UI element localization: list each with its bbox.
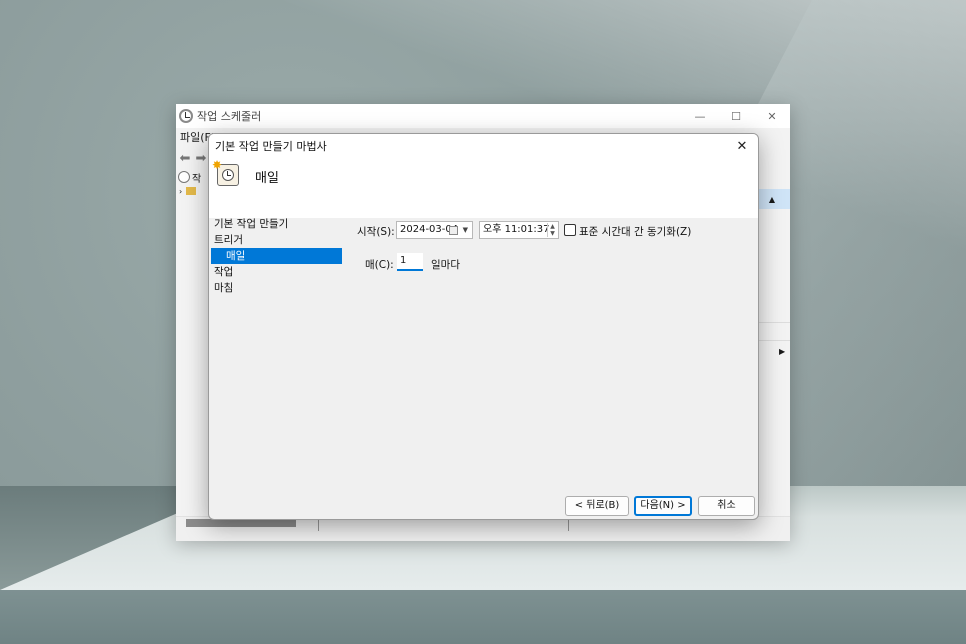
- forward-arrow-icon[interactable]: ➡: [194, 152, 208, 166]
- time-spinner[interactable]: ▲ ▼: [547, 223, 557, 237]
- spin-up-icon[interactable]: ▲: [548, 223, 557, 230]
- calendar-icon[interactable]: [449, 226, 458, 235]
- start-label: 시작(S):: [357, 226, 395, 238]
- folder-icon: [186, 187, 197, 195]
- submenu-arrow-icon[interactable]: ▶: [779, 347, 785, 356]
- minimize-button[interactable]: —: [682, 104, 718, 128]
- start-time-value: 오후 11:01:37: [483, 224, 550, 235]
- window-controls: — ☐ ✕: [682, 104, 790, 128]
- start-time-picker[interactable]: 오후 11:01:37 ▲ ▼: [479, 221, 559, 239]
- collapse-up-icon[interactable]: ▲: [769, 195, 775, 204]
- nav-step-action[interactable]: 작업: [209, 264, 353, 280]
- wizard-close-button[interactable]: ✕: [730, 134, 754, 158]
- tree-item-library[interactable]: ›: [176, 184, 208, 198]
- back-button[interactable]: < 뒤로(B): [565, 496, 629, 516]
- start-date-picker[interactable]: 2024-03-04 ▼: [396, 221, 473, 239]
- back-arrow-icon[interactable]: ⬅: [178, 152, 192, 166]
- main-window-title: 작업 스케줄러: [197, 110, 262, 123]
- horizontal-scrollbar[interactable]: [186, 519, 296, 527]
- recur-label: 매(C):: [365, 259, 394, 271]
- recur-days-input[interactable]: 1: [397, 253, 423, 271]
- clock-icon: [222, 169, 234, 181]
- expand-chevron-icon[interactable]: ›: [179, 187, 182, 196]
- nav-step-trigger[interactable]: 트리거: [209, 232, 353, 248]
- sync-timezone-label[interactable]: 표준 시간대 간 동기화(Z): [579, 224, 691, 239]
- tree-item-root[interactable]: 작: [176, 170, 208, 185]
- nav-step-finish[interactable]: 마침: [209, 280, 353, 296]
- actions-header[interactable]: ▲: [754, 189, 790, 209]
- wizard-header: ✸ 매일: [209, 158, 758, 218]
- tree-root-label: 작: [192, 173, 202, 185]
- maximize-button[interactable]: ☐: [718, 104, 754, 128]
- actions-divider: [754, 322, 790, 323]
- cancel-button[interactable]: 취소: [698, 496, 755, 516]
- sparkle-icon: ✸: [212, 158, 223, 172]
- close-button[interactable]: ✕: [754, 104, 790, 128]
- recur-days-value: 1: [400, 255, 407, 266]
- main-titlebar: 작업 스케줄러 — ☐ ✕: [176, 104, 790, 128]
- wizard-title: 기본 작업 만들기 마법사: [215, 140, 327, 153]
- spin-down-icon[interactable]: ▼: [548, 230, 557, 237]
- actions-divider: [754, 340, 790, 341]
- wizard-titlebar: 기본 작업 만들기 마법사 ✕: [209, 134, 758, 158]
- tree-pane: 작 ›: [176, 170, 208, 200]
- task-scheduler-icon: [179, 109, 193, 123]
- wizard-content: 시작(S): 2024-03-04 ▼ 오후 11:01:37 ▲ ▼ 표준 시…: [353, 216, 758, 496]
- clock-icon: [178, 171, 190, 183]
- sync-timezone-checkbox[interactable]: [564, 224, 576, 236]
- recur-unit-label: 일마다: [431, 259, 460, 271]
- next-button[interactable]: 다음(N) >: [634, 496, 692, 516]
- chevron-down-icon[interactable]: ▼: [463, 222, 468, 238]
- new-task-clock-icon: ✸: [212, 159, 239, 186]
- wizard-steps-nav: 기본 작업 만들기 트리거 매일 작업 마침: [209, 216, 353, 296]
- create-basic-task-wizard: 기본 작업 만들기 마법사 ✕ ✸ 매일 기본 작업 만들기 트리거 매일 작업…: [208, 133, 759, 520]
- nav-step-create-basic-task[interactable]: 기본 작업 만들기: [209, 216, 353, 232]
- nav-step-daily[interactable]: 매일: [211, 248, 342, 264]
- background-floor: [0, 590, 966, 644]
- wizard-step-title: 매일: [255, 171, 279, 186]
